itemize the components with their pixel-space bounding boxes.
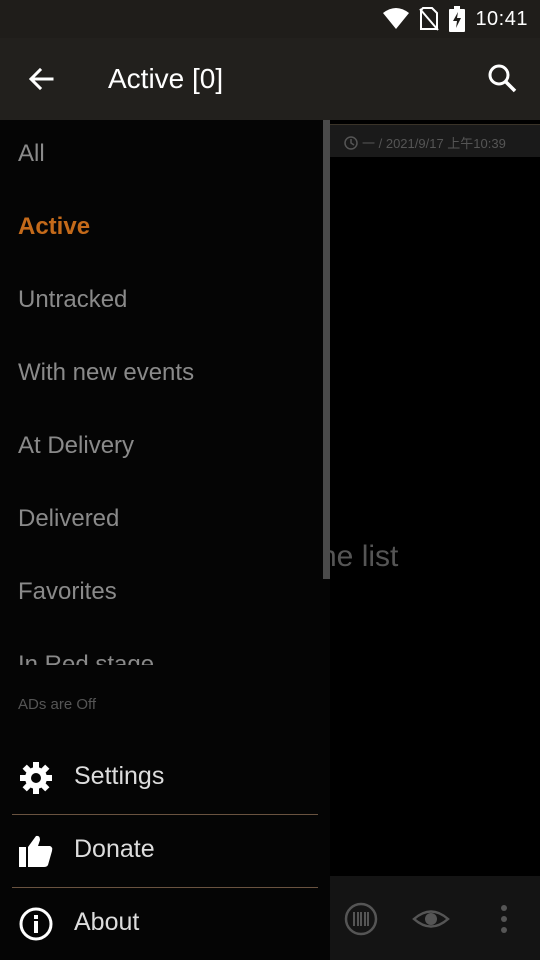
bottom-bar — [330, 876, 540, 960]
filter-item-favorites[interactable]: Favorites — [18, 578, 117, 606]
status-bar: 10:41 — [0, 0, 540, 38]
app-bar: Active [0] — [0, 38, 540, 120]
filter-item-with-new-events[interactable]: With new events — [18, 359, 194, 387]
empty-list-text: he list — [320, 540, 399, 573]
arrow-left-icon[interactable] — [24, 62, 58, 96]
navigation-drawer: All Active Untracked With new events At … — [0, 120, 330, 960]
battery-charging-icon — [449, 6, 466, 32]
menu-item-label: About — [74, 908, 140, 936]
menu-item-about[interactable]: About — [0, 888, 330, 960]
filter-item-in-red-stage[interactable]: In Red stage — [18, 651, 154, 665]
menu-item-settings[interactable]: Settings — [0, 742, 330, 814]
info-icon — [19, 907, 53, 941]
thumbs-up-icon — [19, 835, 53, 867]
no-sim-icon — [419, 7, 440, 31]
more-vert-icon[interactable] — [496, 902, 512, 936]
filter-item-delivered[interactable]: Delivered — [18, 505, 119, 533]
ads-status-text: ADs are Off — [18, 696, 97, 713]
wifi-icon — [383, 8, 410, 29]
scrollbar[interactable] — [323, 120, 330, 579]
timestamp-text: 一 / 2021/9/17 上午10:39 — [362, 136, 506, 151]
page-title: Active [0] — [108, 63, 224, 94]
menu-item-label: Donate — [74, 835, 155, 863]
gear-icon — [20, 762, 52, 794]
status-time: 10:41 — [475, 7, 528, 30]
timestamp-row: 一 / 2021/9/17 上午10:39 — [344, 133, 506, 152]
menu-item-donate[interactable]: Donate — [0, 815, 330, 887]
filter-list: All Active Untracked With new events At … — [0, 120, 330, 665]
barcode-scan-icon[interactable] — [344, 902, 378, 936]
menu-item-label: Settings — [74, 762, 165, 790]
filter-item-active[interactable]: Active — [18, 213, 90, 241]
filter-item-at-delivery[interactable]: At Delivery — [18, 432, 134, 460]
search-icon[interactable] — [486, 62, 518, 94]
filter-item-all[interactable]: All — [18, 140, 45, 168]
clock-icon — [344, 135, 358, 150]
timestamp-bar: 一 / 2021/9/17 上午10:39 — [330, 124, 540, 157]
eye-icon[interactable] — [412, 902, 450, 936]
main-content: 一 / 2021/9/17 上午10:39 he list — [320, 120, 540, 960]
filter-item-untracked[interactable]: Untracked — [18, 286, 127, 314]
status-icons: 10:41 — [383, 6, 528, 32]
